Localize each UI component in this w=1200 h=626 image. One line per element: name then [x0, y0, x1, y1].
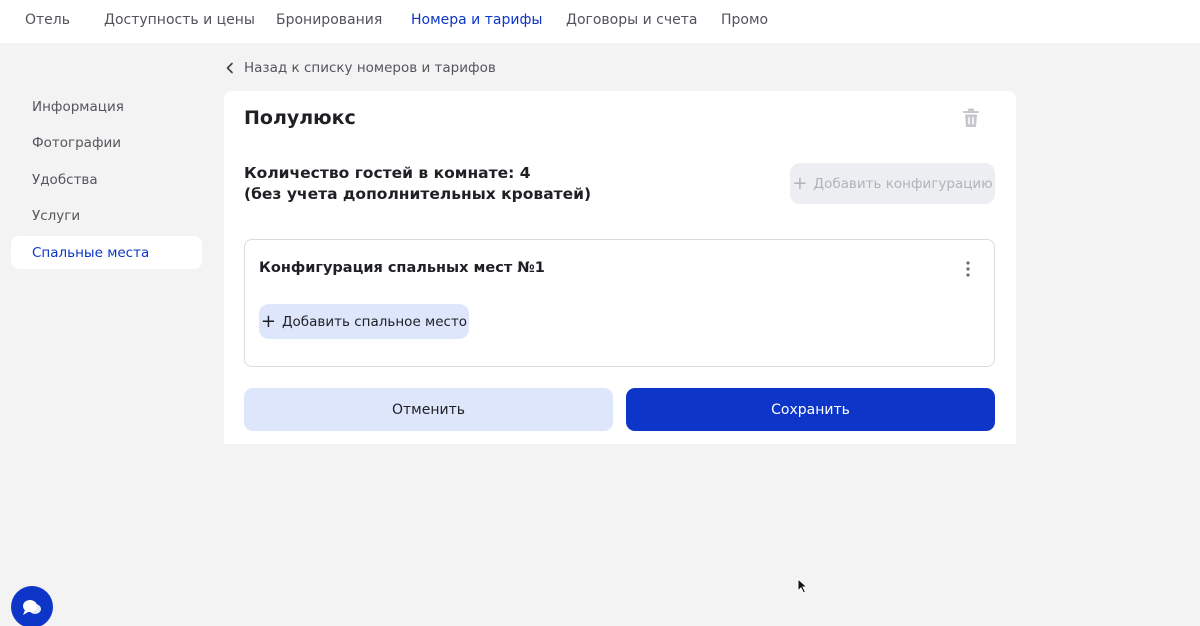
chevron-left-icon — [226, 62, 233, 74]
add-configuration-label: Добавить конфигурацию — [813, 175, 993, 192]
back-link[interactable]: Назад к списку номеров и тарифов — [224, 59, 496, 77]
guest-count-line: Количество гостей в комнате: 4 — [244, 164, 531, 182]
tab-contracts-invoices[interactable]: Договоры и счета — [566, 12, 698, 28]
room-card: Полулюкс Количество гостей в комнате: 4 … — [224, 91, 1016, 444]
add-configuration-button[interactable]: + Добавить конфигурацию — [790, 163, 995, 204]
chat-button[interactable] — [11, 586, 53, 626]
cancel-button[interactable]: Отменить — [244, 388, 613, 431]
tab-hotel[interactable]: Отель — [25, 12, 70, 28]
trash-icon[interactable] — [960, 107, 982, 129]
tab-promo[interactable]: Промо — [721, 12, 768, 28]
add-sleeping-place-button[interactable]: + Добавить спальное место — [259, 304, 469, 339]
add-sleeping-place-label: Добавить спальное место — [282, 313, 468, 330]
plus-icon: + — [260, 310, 276, 332]
chat-icon — [23, 600, 41, 615]
back-link-label: Назад к списку номеров и тарифов — [244, 60, 496, 76]
configuration-panel: Конфигурация спальных мест №1 + Добавить… — [244, 239, 995, 367]
guest-count-note: (без учета дополнительных кроватей) — [244, 185, 592, 203]
tab-rooms-rates[interactable]: Номера и тарифы — [411, 12, 542, 28]
tab-bookings[interactable]: Бронирования — [276, 12, 382, 28]
mouse-cursor-icon — [797, 578, 809, 594]
configuration-title: Конфигурация спальных мест №1 — [259, 260, 545, 276]
page-title: Полулюкс — [244, 107, 356, 129]
save-button[interactable]: Сохранить — [626, 388, 995, 431]
kebab-icon[interactable] — [963, 260, 973, 278]
sidebar: Информация Фотографии Удобства Услуги Сп… — [11, 90, 202, 273]
sidebar-item-services[interactable]: Услуги — [11, 200, 202, 233]
tab-availability-prices[interactable]: Доступность и цены — [104, 12, 255, 28]
sidebar-item-information[interactable]: Информация — [11, 90, 202, 123]
top-navigation: Отель Доступность и цены Бронирования Но… — [0, 0, 1200, 43]
guest-count: Количество гостей в комнате: 4 (без учет… — [244, 163, 591, 205]
sidebar-item-amenities[interactable]: Удобства — [11, 163, 202, 196]
sidebar-item-sleeping-places[interactable]: Спальные места — [11, 236, 202, 269]
plus-icon: + — [792, 172, 808, 194]
sidebar-item-photos[interactable]: Фотографии — [11, 127, 202, 160]
